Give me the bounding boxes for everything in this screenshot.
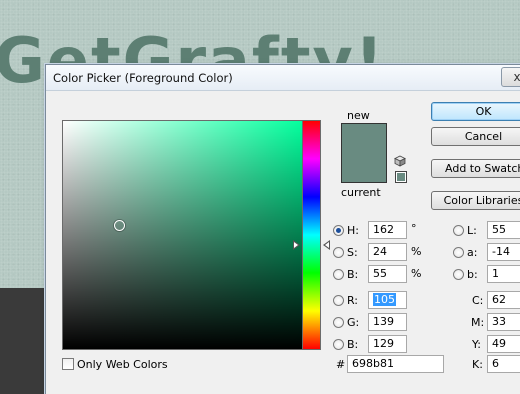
red-label: R:	[347, 294, 359, 307]
new-color-swatch	[342, 124, 386, 153]
cube-icon[interactable]	[394, 155, 406, 167]
magenta-label: M:	[471, 316, 485, 329]
black-input[interactable]: 6	[487, 355, 520, 373]
color-picker-dialog: Color Picker (Foreground Color) x new cu…	[45, 64, 520, 394]
b-channel-label: b:	[467, 268, 478, 281]
dialog-titlebar[interactable]: Color Picker (Foreground Color) x	[46, 65, 520, 91]
current-color-swatch[interactable]	[342, 153, 386, 182]
saturation-input[interactable]: 24	[368, 243, 407, 261]
blue-radio[interactable]	[333, 339, 344, 350]
ok-button[interactable]: OK	[431, 102, 520, 121]
black-label: K:	[472, 358, 483, 371]
red-input-selected-text: 105	[373, 293, 396, 306]
saturation-radio[interactable]	[333, 247, 344, 258]
green-label: G:	[347, 316, 360, 329]
b-channel-input[interactable]: 1	[487, 265, 520, 283]
lightness-radio[interactable]	[453, 225, 464, 236]
red-input[interactable]: 105	[368, 291, 407, 309]
new-color-label: new	[347, 109, 370, 122]
only-web-colors-label[interactable]: Only Web Colors	[77, 358, 168, 371]
hex-input[interactable]: 698b81	[347, 355, 444, 373]
blue-label: B:	[347, 338, 359, 351]
add-to-swatches-button[interactable]: Add to Swatches	[431, 159, 520, 178]
blue-input[interactable]: 129	[368, 335, 407, 353]
brightness-input[interactable]: 55	[368, 265, 407, 283]
a-channel-radio[interactable]	[453, 247, 464, 258]
hue-radio[interactable]	[333, 225, 344, 236]
current-color-label: current	[341, 186, 381, 199]
hue-slider-right-arrow-icon[interactable]	[323, 240, 330, 250]
lightness-label: L:	[467, 224, 477, 237]
hue-label: H:	[347, 224, 359, 237]
color-field-cursor[interactable]	[114, 220, 125, 231]
websafe-swatch-icon[interactable]	[395, 171, 407, 183]
cyan-input[interactable]: 62	[487, 291, 520, 309]
cancel-button[interactable]: Cancel	[431, 127, 520, 146]
hue-input[interactable]: 162	[368, 221, 407, 239]
a-channel-label: a:	[467, 246, 478, 259]
percent-unit: %	[411, 245, 422, 258]
close-icon: x	[513, 70, 520, 84]
lightness-input[interactable]: 55	[487, 221, 520, 239]
only-web-colors-checkbox[interactable]	[62, 358, 74, 370]
color-libraries-button[interactable]: Color Libraries	[431, 191, 520, 210]
hex-label: #	[336, 358, 346, 371]
a-channel-input[interactable]: -14	[487, 243, 520, 261]
b-channel-radio[interactable]	[453, 269, 464, 280]
color-comparison-swatch	[341, 123, 387, 183]
yellow-label: Y:	[472, 338, 481, 351]
hue-slider-left-arrow-icon[interactable]	[293, 240, 300, 250]
degree-unit: °	[411, 222, 417, 235]
red-radio[interactable]	[333, 295, 344, 306]
dialog-title: Color Picker (Foreground Color)	[53, 71, 233, 85]
saturation-brightness-field[interactable]	[62, 120, 306, 350]
brightness-radio[interactable]	[333, 269, 344, 280]
brightness-label: B:	[347, 268, 359, 281]
green-radio[interactable]	[333, 317, 344, 328]
close-button[interactable]: x	[501, 67, 520, 87]
green-input[interactable]: 139	[368, 313, 407, 331]
hue-slider[interactable]	[302, 120, 321, 350]
yellow-input[interactable]: 49	[487, 335, 520, 353]
cyan-label: C:	[472, 294, 484, 307]
percent-unit: %	[411, 267, 422, 280]
saturation-label: S:	[347, 246, 358, 259]
magenta-input[interactable]: 33	[487, 313, 520, 331]
